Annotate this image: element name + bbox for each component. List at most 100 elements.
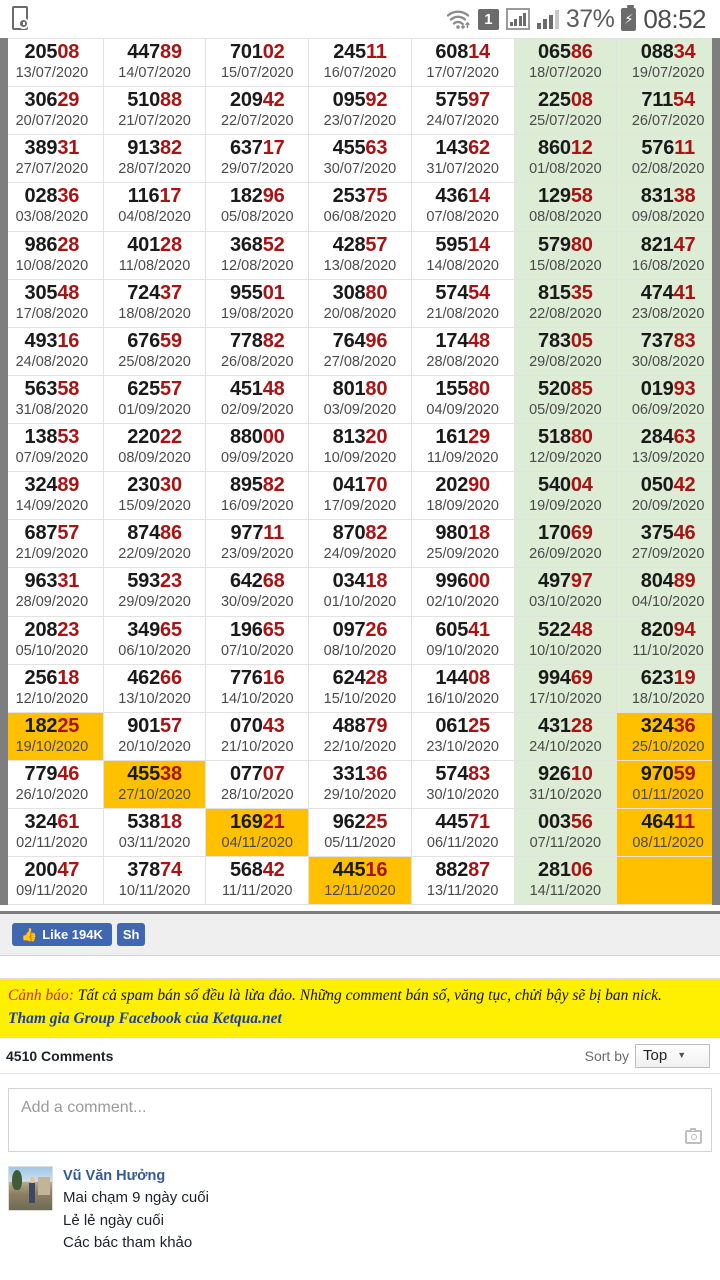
result-cell[interactable]: 88000 09/09/2020 [205, 422, 310, 473]
result-cell[interactable]: 17069 26/09/2020 [513, 519, 618, 569]
result-cell[interactable]: 53818 03/11/2020 [102, 807, 207, 858]
result-cell[interactable]: 20942 22/07/2020 [205, 86, 310, 136]
result-cell[interactable]: 99469 17/10/2020 [513, 663, 618, 713]
result-cell[interactable]: 72437 18/08/2020 [102, 278, 207, 328]
result-cell[interactable]: 43128 24/10/2020 [513, 711, 618, 761]
result-cell[interactable]: 46411 08/11/2020 [616, 807, 720, 858]
result-cell[interactable]: 62319 18/10/2020 [616, 663, 720, 713]
result-cell[interactable]: 11617 04/08/2020 [102, 182, 207, 232]
result-cell-empty[interactable] [616, 856, 720, 906]
result-cell[interactable]: 98628 10/08/2020 [0, 230, 104, 280]
result-cell[interactable]: 89582 16/09/2020 [205, 471, 310, 521]
result-cell[interactable]: 08834 19/07/2020 [616, 37, 720, 88]
result-cell[interactable]: 02836 03/08/2020 [0, 182, 104, 232]
result-cell[interactable]: 92610 31/10/2020 [513, 759, 618, 810]
avatar[interactable] [8, 1166, 53, 1212]
result-cell[interactable]: 06586 18/07/2020 [513, 37, 618, 88]
result-cell[interactable]: 67659 25/08/2020 [102, 326, 207, 376]
result-cell[interactable]: 80180 03/09/2020 [308, 374, 412, 425]
lottery-table-container[interactable]: 20508 13/07/2020 44789 14/07/2020 70102 15/07… [0, 37, 720, 906]
result-cell[interactable]: 30880 20/08/2020 [308, 278, 412, 328]
result-cell[interactable]: 13853 07/09/2020 [0, 422, 104, 473]
result-cell[interactable]: 52248 10/10/2020 [513, 615, 618, 665]
result-cell[interactable]: 44789 14/07/2020 [102, 37, 207, 88]
result-cell[interactable]: 76496 27/08/2020 [308, 326, 412, 376]
result-cell[interactable]: 36852 12/08/2020 [205, 230, 310, 280]
table-bottom-scrollbar[interactable] [0, 905, 720, 915]
result-cell[interactable]: 77946 26/10/2020 [0, 759, 104, 810]
result-cell[interactable]: 24511 16/07/2020 [308, 37, 412, 88]
result-cell[interactable]: 90157 20/10/2020 [102, 711, 207, 761]
result-cell[interactable]: 22508 25/07/2020 [513, 86, 618, 136]
result-cell[interactable]: 16129 11/09/2020 [410, 422, 515, 473]
result-cell[interactable]: 00356 07/11/2020 [513, 807, 618, 858]
result-cell[interactable]: 60814 17/07/2020 [410, 37, 515, 88]
result-cell[interactable]: 91382 28/07/2020 [102, 134, 207, 184]
result-cell[interactable]: 04170 17/09/2020 [308, 471, 412, 521]
result-cell[interactable]: 48879 22/10/2020 [308, 711, 412, 761]
result-cell[interactable]: 77616 14/10/2020 [205, 663, 310, 713]
result-cell[interactable]: 38931 27/07/2020 [0, 134, 104, 184]
result-cell[interactable]: 12958 08/08/2020 [513, 182, 618, 232]
result-cell[interactable]: 33136 29/10/2020 [308, 759, 412, 810]
result-cell[interactable]: 47441 23/08/2020 [616, 278, 720, 328]
result-cell[interactable]: 70102 15/07/2020 [205, 37, 310, 88]
result-cell[interactable]: 20508 13/07/2020 [0, 37, 104, 88]
result-cell[interactable]: 37874 10/11/2020 [102, 856, 207, 906]
result-cell[interactable]: 32461 02/11/2020 [0, 807, 104, 858]
result-cell[interactable]: 17448 28/08/2020 [410, 326, 515, 376]
result-cell[interactable]: 80489 04/10/2020 [616, 567, 720, 617]
result-cell[interactable]: 97059 01/11/2020 [616, 759, 720, 810]
facebook-group-link[interactable]: Tham gia Group Facebook của Ketqua.net [8, 1008, 712, 1030]
result-cell[interactable]: 03418 01/10/2020 [308, 567, 412, 617]
result-cell[interactable]: 49316 24/08/2020 [0, 326, 104, 376]
result-cell[interactable]: 60541 09/10/2020 [410, 615, 515, 665]
camera-icon[interactable] [685, 1128, 702, 1145]
result-cell[interactable]: 20823 05/10/2020 [0, 615, 104, 665]
sort-by-select[interactable]: Top ▼ [635, 1043, 710, 1068]
result-cell[interactable]: 42857 13/08/2020 [308, 230, 412, 280]
result-cell[interactable]: 25618 12/10/2020 [0, 663, 104, 713]
result-cell[interactable]: 73783 30/08/2020 [616, 326, 720, 376]
result-cell[interactable]: 23030 15/09/2020 [102, 471, 207, 521]
result-cell[interactable]: 32489 14/09/2020 [0, 471, 104, 521]
result-cell[interactable]: 57483 30/10/2020 [410, 759, 515, 810]
result-cell[interactable]: 68757 21/09/2020 [0, 519, 104, 569]
result-cell[interactable]: 71154 26/07/2020 [616, 86, 720, 136]
result-cell[interactable]: 59514 14/08/2020 [410, 230, 515, 280]
result-cell[interactable]: 78305 29/08/2020 [513, 326, 618, 376]
result-cell[interactable]: 82094 11/10/2020 [616, 615, 720, 665]
result-cell[interactable]: 19665 07/10/2020 [205, 615, 310, 665]
result-cell[interactable]: 14408 16/10/2020 [410, 663, 515, 713]
result-cell[interactable]: 30629 20/07/2020 [0, 86, 104, 136]
result-cell[interactable]: 25375 06/08/2020 [308, 182, 412, 232]
result-cell[interactable]: 15580 04/09/2020 [410, 374, 515, 425]
result-cell[interactable]: 06125 23/10/2020 [410, 711, 515, 761]
result-cell[interactable]: 18225 19/10/2020 [0, 711, 104, 761]
result-cell[interactable]: 56842 11/11/2020 [205, 856, 310, 906]
result-cell[interactable]: 64268 30/09/2020 [205, 567, 310, 617]
result-cell[interactable]: 51880 12/09/2020 [513, 422, 618, 473]
result-cell[interactable]: 77882 26/08/2020 [205, 326, 310, 376]
result-cell[interactable]: 43614 07/08/2020 [410, 182, 515, 232]
result-cell[interactable]: 05042 20/09/2020 [616, 471, 720, 521]
result-cell[interactable]: 56358 31/08/2020 [0, 374, 104, 425]
comment-input[interactable]: Add a comment... [8, 1088, 712, 1153]
result-cell[interactable]: 22022 08/09/2020 [102, 422, 207, 473]
result-cell[interactable]: 99600 02/10/2020 [410, 567, 515, 617]
result-cell[interactable]: 81320 10/09/2020 [308, 422, 412, 473]
result-cell[interactable]: 46266 13/10/2020 [102, 663, 207, 713]
result-cell[interactable]: 09726 08/10/2020 [308, 615, 412, 665]
comment-author-link[interactable]: Vũ Văn Hưởng [63, 1168, 165, 1184]
result-cell[interactable]: 51088 21/07/2020 [102, 86, 207, 136]
result-cell[interactable]: 96225 05/11/2020 [308, 807, 412, 858]
result-cell[interactable]: 54004 19/09/2020 [513, 471, 618, 521]
result-cell[interactable]: 49797 03/10/2020 [513, 567, 618, 617]
result-cell[interactable]: 45148 02/09/2020 [205, 374, 310, 425]
result-cell[interactable]: 20047 09/11/2020 [0, 856, 104, 906]
result-cell[interactable]: 30548 17/08/2020 [0, 278, 104, 328]
result-cell[interactable]: 07707 28/10/2020 [205, 759, 310, 810]
result-cell[interactable]: 81535 22/08/2020 [513, 278, 618, 328]
result-cell[interactable]: 16921 04/11/2020 [205, 807, 310, 858]
result-cell[interactable]: 87082 24/09/2020 [308, 519, 412, 569]
